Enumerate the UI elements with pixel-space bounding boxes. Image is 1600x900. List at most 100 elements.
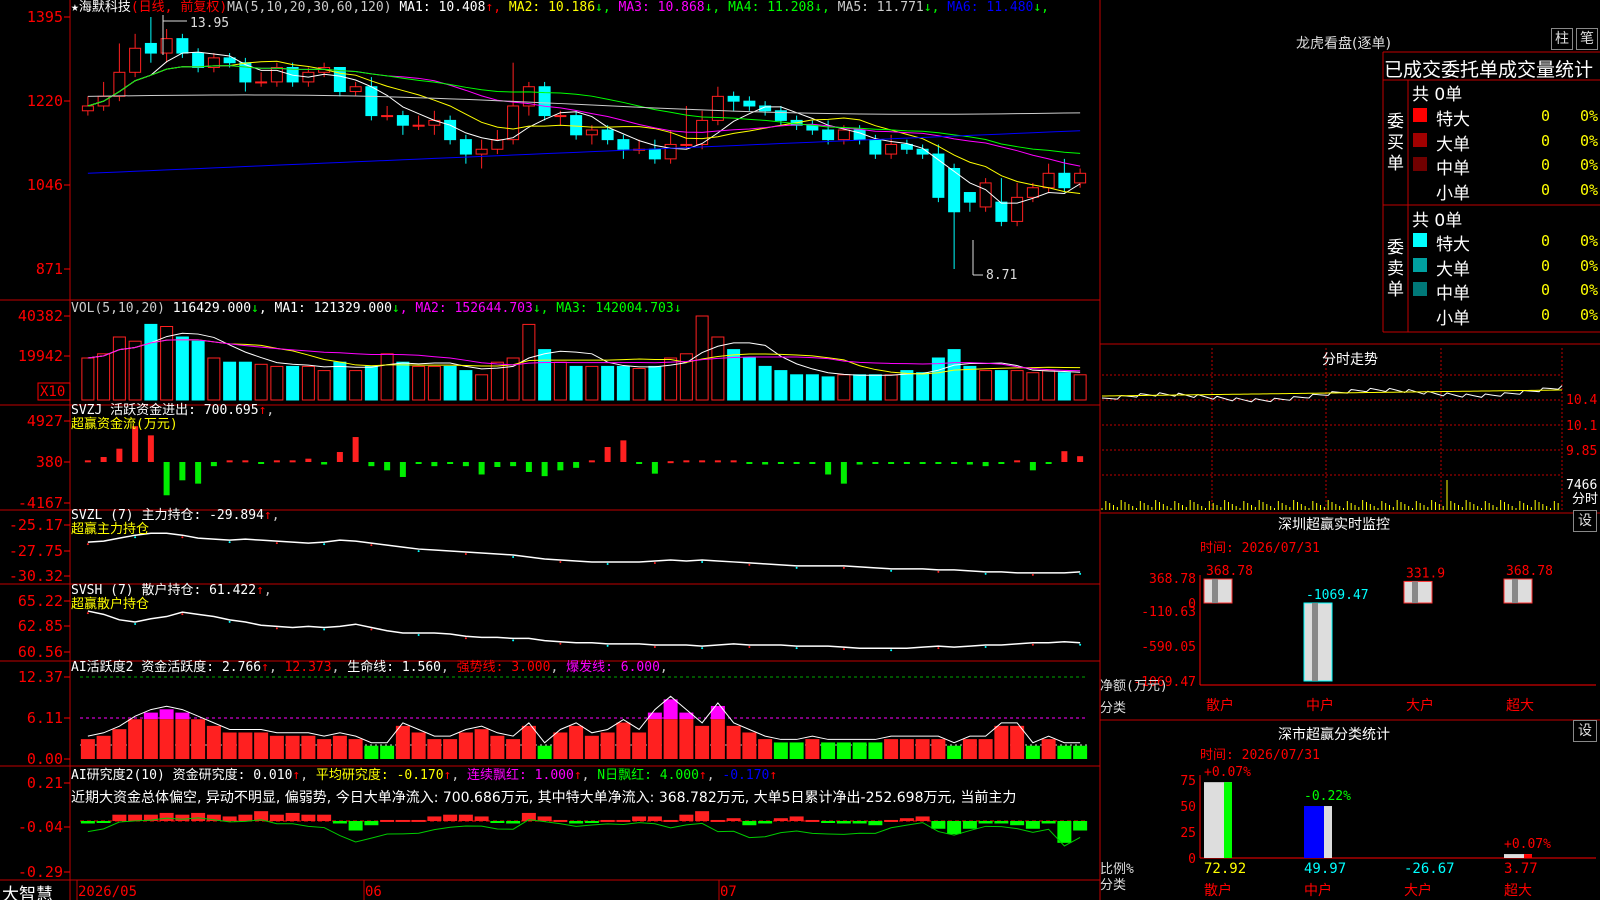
- activity-bar: [553, 732, 568, 759]
- bi-button[interactable]: 笔: [1576, 28, 1598, 50]
- main-position-line-point: [653, 561, 656, 564]
- candle-body: [995, 201, 1008, 222]
- ma-line: [87, 65, 1081, 154]
- svzj-title: SVZJ 活跃资金进出:: [71, 403, 196, 418]
- order-pct: 0%: [1580, 131, 1599, 150]
- buy-total: 共 0单: [1412, 85, 1463, 105]
- research-bar: [978, 821, 993, 824]
- main-position-line-point: [323, 543, 326, 546]
- svsh-header: SVSH (7) 散户持仓: 61.422↑, 超赢散户持仓: [71, 583, 272, 612]
- fund-flow-bar: [1077, 456, 1084, 462]
- candle-body: [81, 105, 94, 112]
- candle-body: [176, 38, 189, 54]
- research-bar: [269, 814, 284, 821]
- volume-bar: [1073, 374, 1087, 401]
- intraday-price-line: [1101, 385, 1563, 403]
- star-icon[interactable]: ★: [71, 0, 79, 15]
- intraday-axis-label: 9.85: [1566, 444, 1597, 459]
- sz-bar-group: [1203, 578, 1233, 604]
- fund-flow-bar: [1014, 460, 1021, 463]
- activity-bar: [726, 725, 741, 759]
- fund-flow-bar: [777, 462, 784, 464]
- candle-body: [885, 143, 898, 155]
- svzj-value: 700.695: [203, 403, 259, 418]
- volume-bar: [412, 365, 426, 401]
- volume-bar: [601, 365, 615, 401]
- research-bar: [332, 821, 347, 824]
- activity-bar: [852, 742, 867, 759]
- research-bar: [411, 819, 426, 822]
- fl-settings-button[interactable]: 设: [1573, 720, 1597, 742]
- fund-flow-bar: [541, 462, 548, 477]
- sz-category-label: 超大: [1506, 698, 1534, 714]
- order-pct: 0%: [1580, 107, 1599, 125]
- activity-bar: [317, 739, 332, 759]
- retail-position-line-point: [795, 647, 798, 650]
- fund-flow-bar: [305, 458, 312, 462]
- retail-position-line-point: [323, 628, 326, 631]
- retail-position-line-point: [181, 613, 184, 616]
- activity-bar: [884, 739, 899, 759]
- fund-flow-bar: [447, 462, 454, 464]
- order-pct: 0%: [1580, 156, 1599, 174]
- order-type-swatch: [1413, 132, 1427, 147]
- volume-bar: [144, 323, 158, 401]
- ma-item: MA1: 10.408↑,: [391, 0, 502, 15]
- main-position-line-point: [890, 569, 893, 572]
- fund-flow-bar: [683, 460, 690, 463]
- retail-position-line-point: [370, 628, 373, 631]
- activity-bar: [191, 719, 206, 759]
- volume-bar: [286, 365, 300, 401]
- main-position-line-point: [275, 542, 278, 545]
- research-bar: [805, 819, 820, 822]
- volume-bar: [522, 323, 536, 401]
- fl-bar-group: [1204, 782, 1232, 858]
- kline-header: ★海默科技(日线, 前复权)MA(5,10,20,30,60,120) MA1:…: [71, 1, 1049, 15]
- vol-value: 116429.000: [172, 301, 252, 316]
- fl-y-label: 25: [1180, 826, 1196, 841]
- fenshi-title[interactable]: 分时走势: [1322, 349, 1378, 369]
- activity-bar: [632, 732, 647, 759]
- zhu-button[interactable]: 柱: [1551, 28, 1573, 50]
- volume-bar: [317, 370, 331, 401]
- activity-bar: [679, 719, 694, 759]
- sz-time: 时间: 2026/07/31: [1200, 541, 1320, 556]
- candle-body: [396, 115, 409, 126]
- sz-settings-button[interactable]: 设: [1573, 510, 1597, 532]
- volume-bar: [616, 365, 630, 401]
- fl-bar-group: [1504, 854, 1532, 858]
- volume-bar: [333, 361, 347, 401]
- fund-flow-bar: [856, 462, 863, 465]
- fund-flow-bar: [872, 462, 879, 464]
- order-type-swatch: [1413, 108, 1427, 122]
- activity-bar: [159, 719, 174, 759]
- fund-flow-bar: [951, 462, 958, 464]
- main-position-line-point: [842, 566, 845, 569]
- ai2-summary: 近期大资金总体偏空, 异动不明显, 偏弱势, 今日大单净流入: 700.686万…: [71, 790, 1017, 806]
- order-count: 0: [1541, 180, 1551, 199]
- volume-bar: [821, 376, 835, 401]
- fund-flow-bar: [84, 460, 91, 463]
- order-pct: 0%: [1580, 256, 1599, 275]
- fund-flow-bar: [431, 462, 438, 467]
- sz-bar-value: 368.78: [1506, 564, 1553, 579]
- y-tick-label: 4927: [27, 412, 63, 430]
- fl-category-label: 中户: [1304, 882, 1332, 899]
- y-tick-label: 0.00: [27, 750, 63, 768]
- ma-line: [87, 60, 1081, 194]
- volume-bar: [1042, 370, 1056, 401]
- ai1-l5: 爆发线:: [566, 660, 613, 675]
- candle-body: [538, 86, 551, 117]
- activity-bar: [947, 745, 962, 759]
- sz-bar-shade: [1312, 603, 1318, 681]
- y-tick-label: -30.32: [9, 567, 63, 585]
- y-tick-label: -4167: [18, 494, 63, 512]
- vol-unit-label: X10: [40, 384, 65, 400]
- ma-line: [87, 51, 1081, 204]
- fund-flow-bar: [730, 460, 737, 463]
- fund-flow-bar: [667, 461, 674, 464]
- research-bar: [285, 812, 300, 821]
- activity-bar: [899, 739, 914, 759]
- svsh-title: SVSH (7) 散户持仓:: [71, 583, 202, 598]
- period-label: (日线, 前复权): [130, 0, 228, 15]
